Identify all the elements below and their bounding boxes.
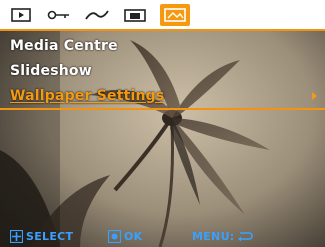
- hint-select: SELECT: [10, 229, 74, 243]
- menu-tab-bar: [0, 0, 325, 29]
- submenu-list: Media Centre Slideshow Wallpaper Setting…: [0, 33, 325, 110]
- hint-ok: OK: [108, 229, 143, 243]
- menu-item-wallpaper-settings[interactable]: Wallpaper Settings: [0, 83, 325, 108]
- tab-wallpaper[interactable]: [160, 3, 190, 26]
- menu-item-slideshow[interactable]: Slideshow: [0, 58, 325, 83]
- tab-protect[interactable]: [44, 4, 74, 26]
- menu-item-media-centre[interactable]: Media Centre: [0, 33, 325, 58]
- menu-item-label: Wallpaper Settings: [10, 87, 165, 104]
- tab-print[interactable]: [120, 4, 150, 26]
- chevron-right-icon: [312, 91, 317, 100]
- button-hint-bar: SELECT OK MENU:: [0, 225, 325, 247]
- key-icon: [47, 10, 69, 19]
- print-icon: [124, 8, 146, 22]
- hint-menu: MENU:: [192, 230, 256, 243]
- tab-underline: [0, 29, 325, 31]
- return-icon: [237, 231, 253, 241]
- hint-select-label: SELECT: [26, 229, 74, 243]
- dpad-icon: [10, 229, 23, 243]
- curve-icon: [85, 9, 109, 20]
- wallpaper-icon: [164, 7, 186, 22]
- playback-icon: [11, 7, 31, 22]
- hint-ok-label: OK: [124, 229, 143, 243]
- tab-playback[interactable]: [6, 4, 36, 26]
- tab-edit[interactable]: [82, 4, 112, 26]
- hint-menu-label: MENU:: [192, 229, 235, 243]
- camera-menu-screen: Media Centre Slideshow Wallpaper Setting…: [0, 0, 325, 247]
- ok-button-icon: [108, 229, 121, 243]
- menu-item-label: Slideshow: [10, 62, 92, 79]
- selection-divider: [0, 108, 325, 110]
- menu-item-label: Media Centre: [10, 37, 118, 54]
